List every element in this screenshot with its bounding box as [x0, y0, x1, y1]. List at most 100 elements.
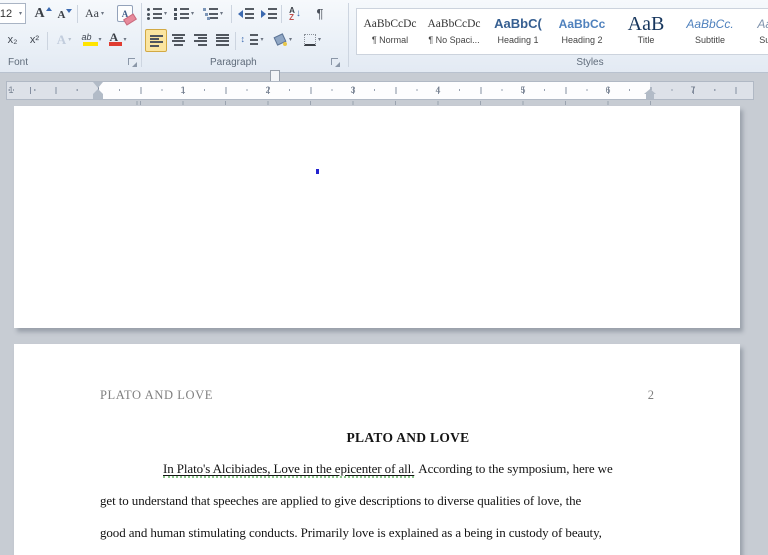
ruler-number-6: 6 [605, 85, 611, 95]
chevron-down-icon: ▾ [123, 37, 127, 43]
line-spacing-icon: ↕ [240, 33, 259, 46]
shrink-font-icon: A [57, 8, 66, 21]
clear-formatting-button[interactable]: A [112, 2, 138, 26]
numbering-button[interactable]: ▾ [172, 2, 196, 25]
highlight-color-bar [83, 41, 99, 46]
grow-font-icon: A [34, 5, 45, 21]
change-case-button[interactable]: Aa ▾ [81, 2, 108, 25]
body-line-3[interactable]: good and human stimulating conducts. Pri… [100, 525, 602, 541]
ribbon: 12 ▾ A A Aa ▾ A x₂ x² A ▾ ab ▾ A ▾ Font … [0, 0, 768, 73]
style-subtitle[interactable]: AaBbCc. Subtitle [679, 11, 741, 51]
justify-icon [215, 33, 229, 46]
bullets-button[interactable]: ▾ [145, 2, 169, 25]
ruler-number-4: 4 [435, 85, 441, 95]
shrink-font-arrow-icon [66, 8, 73, 13]
chevron-down-icon: ▾ [288, 36, 292, 43]
ruler-number-2: 2 [265, 85, 271, 95]
shading-button[interactable]: ▾ [269, 29, 296, 50]
align-right-button[interactable] [190, 29, 210, 50]
insertion-point-cursor [316, 169, 319, 174]
align-center-button[interactable] [168, 29, 188, 50]
decrease-indent-button[interactable] [235, 2, 256, 25]
ruler-tab-strip [98, 101, 654, 105]
left-indent-marker[interactable] [93, 94, 103, 99]
document-page-1[interactable] [14, 106, 740, 328]
style-title[interactable]: AaB Title [615, 11, 677, 51]
style-subtle-emphasis[interactable]: AaBb Subtle [741, 11, 768, 51]
chevron-down-icon: ▾ [68, 37, 72, 43]
first-line-indent-marker[interactable] [93, 82, 103, 88]
running-head[interactable]: PLATO AND LOVE [100, 388, 213, 403]
ruler-number-5: 5 [520, 85, 526, 95]
right-indent-marker-base[interactable] [646, 94, 654, 99]
borders-icon [303, 33, 316, 46]
multilevel-list-icon [202, 7, 218, 20]
ruler-number-7: 7 [690, 85, 696, 95]
shrink-font-button[interactable]: A [55, 4, 75, 25]
superscript-button[interactable]: x² [25, 29, 44, 51]
line-spacing-button[interactable]: ↕ ▾ [238, 29, 266, 50]
chevron-down-icon: ▾ [100, 10, 104, 17]
font-color-icon: A [107, 30, 123, 48]
underlined-grammar-text[interactable]: In Plato's Alcibiades, Love in the epice… [163, 461, 414, 478]
decrease-indent-icon [237, 7, 254, 20]
sort-icon: A Z [289, 5, 295, 22]
styles-group-label: Styles [576, 57, 604, 68]
font-color-bar [109, 42, 123, 46]
paragraph-dialog-launcher[interactable] [331, 58, 340, 67]
text-effects-icon: A [56, 32, 67, 47]
show-paragraph-marks-button[interactable]: ¶ [310, 2, 330, 25]
subscript-button[interactable]: x₂ [3, 29, 22, 51]
pilcrow-icon: ¶ [316, 6, 324, 21]
ruler-ticks [6, 81, 754, 100]
font-size-value: 12 [0, 7, 13, 20]
change-case-icon: Aa [84, 6, 99, 20]
align-left-icon [149, 34, 163, 47]
styles-gallery: AaBbCcDc ¶ Normal AaBbCcDc ¶ No Spaci...… [356, 8, 768, 55]
page-number[interactable]: 2 [614, 388, 654, 403]
ruler-margin-number: 1 [8, 85, 14, 95]
font-group-label: Font [8, 57, 29, 68]
grow-font-button[interactable]: A [32, 2, 54, 25]
ruler-number-3: 3 [350, 85, 356, 95]
multilevel-list-button[interactable]: ▾ [200, 2, 226, 25]
chevron-down-icon: ▾ [98, 37, 102, 43]
style-normal[interactable]: AaBbCcDc ¶ Normal [359, 11, 421, 51]
justify-button[interactable] [212, 29, 232, 50]
style-heading2[interactable]: AaBbCc Heading 2 [551, 11, 613, 51]
chevron-down-icon[interactable]: ▾ [19, 11, 22, 17]
paint-bucket-icon [273, 32, 287, 46]
chevron-down-icon: ▾ [317, 36, 321, 43]
align-right-icon [193, 33, 207, 46]
body-line-2[interactable]: get to understand that speeches are appl… [100, 493, 581, 509]
superscript-icon: x² [29, 34, 40, 46]
word-window: 12 ▾ A A Aa ▾ A x₂ x² A ▾ ab ▾ A ▾ Font … [0, 0, 768, 555]
align-left-button[interactable] [145, 29, 167, 52]
numbering-icon [173, 7, 189, 20]
increase-indent-button[interactable] [258, 2, 279, 25]
clear-formatting-icon: A [117, 5, 137, 26]
text-effects-button[interactable]: A ▾ [51, 29, 77, 51]
sort-button[interactable]: A Z ↓ [284, 2, 306, 25]
chevron-down-icon: ▾ [219, 10, 223, 17]
highlight-icon: ab [81, 32, 99, 48]
ruler-number-1: 1 [180, 85, 186, 95]
style-heading1[interactable]: AaBbC( Heading 1 [487, 11, 549, 51]
style-no-spacing[interactable]: AaBbCcDc ¶ No Spaci... [423, 11, 485, 51]
font-size-combobox[interactable]: 12 ▾ [0, 3, 26, 24]
chevron-down-icon: ▾ [163, 10, 167, 17]
font-dialog-launcher[interactable] [128, 58, 137, 67]
borders-button[interactable]: ▾ [299, 29, 326, 50]
chevron-down-icon: ▾ [260, 36, 264, 43]
text-highlight-button[interactable]: ab ▾ [79, 29, 104, 51]
increase-indent-icon [260, 7, 277, 20]
font-color-button[interactable]: A ▾ [105, 29, 129, 51]
document-page-2[interactable]: PLATO AND LOVE 2 PLATO AND LOVE In Plato… [14, 344, 740, 555]
bullets-icon [146, 7, 162, 20]
subscript-icon: x₂ [7, 34, 18, 46]
body-line-1[interactable]: In Plato's Alcibiades, Love in the epice… [163, 461, 613, 478]
align-center-icon [171, 33, 185, 46]
paragraph-group-label: Paragraph [210, 57, 257, 68]
document-title[interactable]: PLATO AND LOVE [163, 430, 653, 446]
grow-font-arrow-icon [45, 6, 52, 11]
